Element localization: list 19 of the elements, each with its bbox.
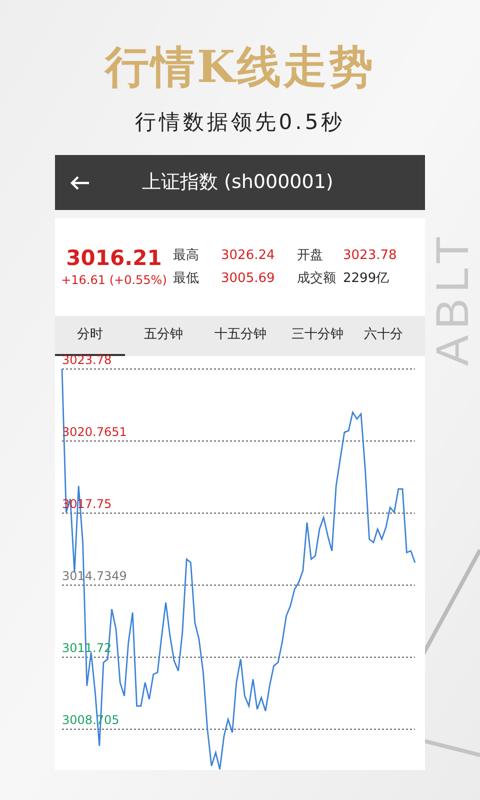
axis-label: 3023.78 bbox=[62, 354, 112, 366]
stat-value: 3026.24 bbox=[221, 247, 276, 265]
banner-title: 行情K线走势 bbox=[104, 46, 376, 90]
header-title: 上证指数 (sh000001) bbox=[142, 170, 334, 196]
period-tab[interactable]: 五分钟 bbox=[125, 316, 202, 356]
period-tab[interactable]: 十五分钟 bbox=[202, 316, 279, 356]
stat-value: 3005.69 bbox=[221, 270, 276, 288]
price-change: +16.61 (+0.55%) bbox=[61, 272, 167, 290]
stat-label: 最低 bbox=[173, 270, 200, 288]
stat-label: 最高 bbox=[173, 247, 200, 265]
period-tab[interactable]: 三十分钟 bbox=[279, 316, 356, 356]
price-value: 3016.21 bbox=[66, 244, 162, 272]
stat-label: 成交额 bbox=[297, 270, 337, 288]
back-arrow-icon[interactable] bbox=[70, 174, 90, 190]
banner-subtitle: 行情数据领先0.5秒 bbox=[134, 112, 346, 133]
stat-value: 3023.78 bbox=[343, 247, 398, 265]
stat-label: 开盘 bbox=[297, 247, 324, 265]
period-tab[interactable]: 六十分 bbox=[364, 316, 403, 356]
stat-value: 2299亿 bbox=[343, 270, 390, 288]
